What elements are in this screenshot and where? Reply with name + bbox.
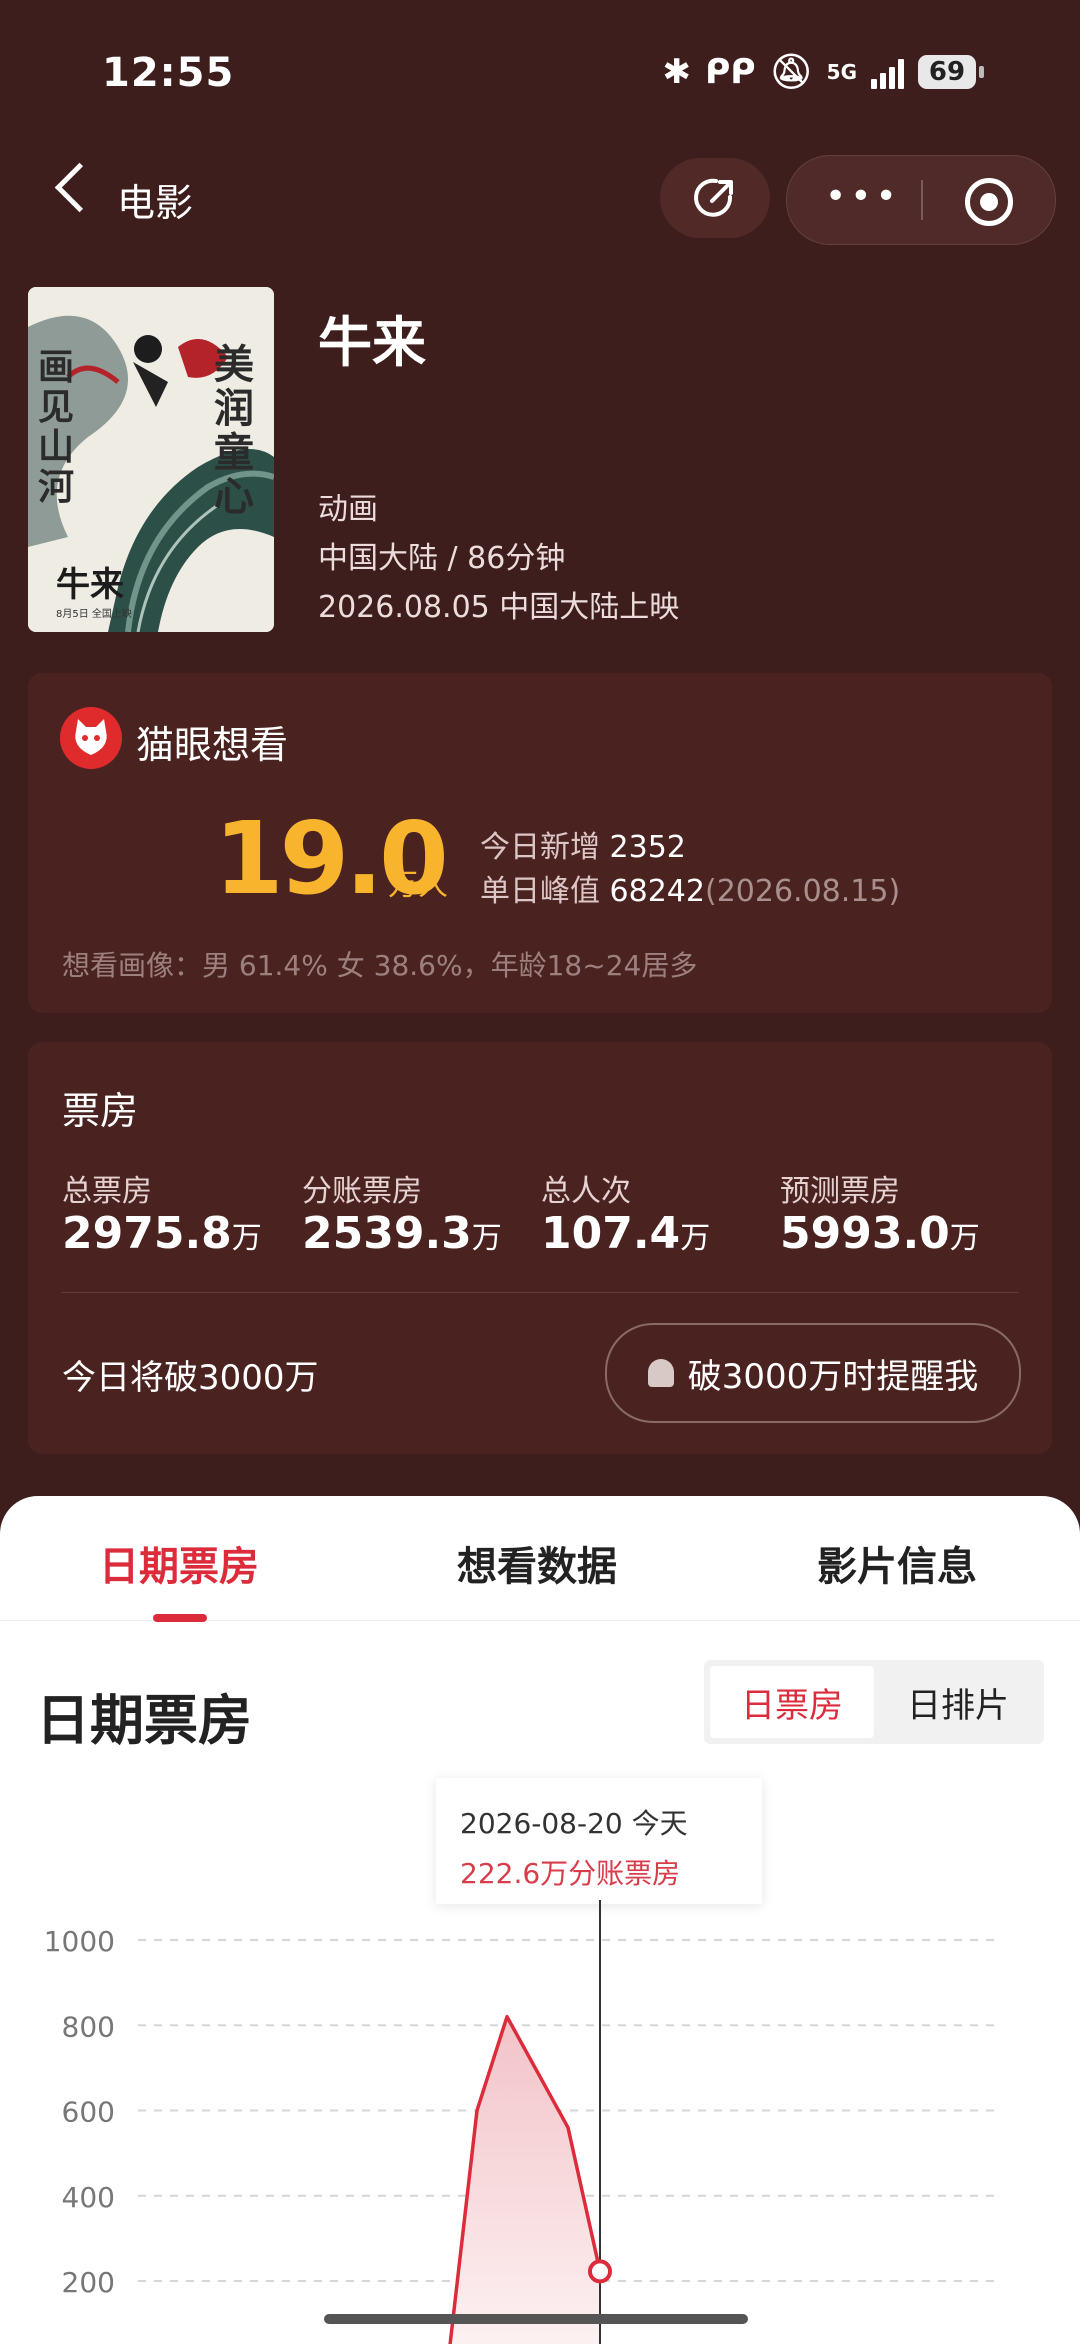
boxoffice-chart: 1000 800 600 400 200 xyxy=(44,1900,1000,2344)
boxoffice-title: 票房 xyxy=(62,1089,139,1133)
movie-region-duration: 中国大陆 / 86分钟 xyxy=(318,541,566,576)
tooltip-date: 2026-08-20 今天 xyxy=(460,1807,688,1840)
status-time: 12:55 xyxy=(102,50,235,96)
stat-admissions-unit: 万 xyxy=(680,1221,711,1256)
share-icon xyxy=(694,178,733,217)
nav-title[interactable]: 电影 xyxy=(117,172,193,227)
want-today-label: 今日新增 xyxy=(480,830,600,865)
y-tick-label: 400 xyxy=(62,2181,115,2214)
tab-want-data[interactable]: 想看数据 xyxy=(457,1534,617,1592)
y-tick-label: 600 xyxy=(62,2096,115,2129)
signal-icon xyxy=(871,55,904,89)
chart-tooltip: 2026-08-20 今天 222.6万分账票房 xyxy=(436,1778,762,1904)
stat-admissions-value: 107.4万 xyxy=(541,1208,710,1259)
more-icon[interactable]: ••• xyxy=(825,179,901,215)
stat-total-unit: 万 xyxy=(231,1221,262,1256)
remind-me-button[interactable]: 破3000万时提醒我 xyxy=(605,1323,1021,1423)
close-target-icon[interactable] xyxy=(965,178,1013,226)
want-title: 猫眼想看 xyxy=(136,723,289,767)
highlight-point[interactable] xyxy=(588,2259,612,2284)
poster-text-left: 画见山河 xyxy=(38,346,75,508)
miniprogram-capsule: ••• xyxy=(786,155,1056,245)
stat-total-label: 总票房 xyxy=(62,1174,152,1209)
tab-movie-info[interactable]: 影片信息 xyxy=(817,1534,977,1592)
share-button[interactable] xyxy=(660,158,770,238)
want-unit: 万人 xyxy=(388,868,448,903)
stat-total-value: 2975.8万 xyxy=(62,1208,262,1259)
movie-release-date: 2026.08.05 中国大陆上映 xyxy=(318,590,680,625)
stat-admissions-number: 107.4 xyxy=(541,1208,681,1259)
want-today: 今日新增 2352 xyxy=(480,822,686,866)
tooltip-value: 222.6万分账票房 xyxy=(460,1857,681,1890)
boxoffice-divider xyxy=(62,1292,1018,1293)
mute-bell-icon: 🔕︎ xyxy=(769,52,813,92)
active-tab-indicator xyxy=(153,1614,207,1622)
want-peak-date: (2026.08.15) xyxy=(704,874,901,909)
bell-icon xyxy=(647,1359,674,1387)
y-tick-label: 200 xyxy=(62,2266,115,2299)
want-peak-value: 68242 xyxy=(609,874,705,909)
stat-forecast-value: 5993.0万 xyxy=(780,1208,980,1259)
maoyan-cat-icon xyxy=(60,707,122,769)
want-peak-label: 单日峰值 xyxy=(480,874,600,909)
back-icon[interactable] xyxy=(54,162,105,213)
stat-split-number: 2539.3 xyxy=(302,1208,472,1259)
stat-forecast-number: 5993.0 xyxy=(780,1208,950,1259)
y-tick-label: 800 xyxy=(62,2010,115,2043)
stat-total-number: 2975.8 xyxy=(62,1208,232,1259)
movie-genre: 动画 xyxy=(318,492,378,527)
movie-poster[interactable]: 美润童心 画见山河 牛来 8月5日 全国上映 xyxy=(28,287,274,632)
bluetooth-icon: ✱ xyxy=(662,52,691,92)
want-today-value: 2352 xyxy=(609,830,686,865)
network-label: 5G xyxy=(826,60,857,84)
toggle-daily-boxoffice[interactable]: 日票房 xyxy=(710,1666,874,1738)
battery-icon: 69 xyxy=(918,55,984,89)
capsule-divider xyxy=(921,180,923,220)
movie-title: 牛来 xyxy=(318,311,426,374)
poster-text-right: 美润童心 xyxy=(214,341,254,520)
section-title: 日期票房 xyxy=(36,1689,252,1752)
stat-split-value: 2539.3万 xyxy=(302,1208,502,1259)
y-tick-label: 1000 xyxy=(44,1925,115,1958)
tab-date-boxoffice[interactable]: 日期票房 xyxy=(99,1534,259,1592)
area-fill xyxy=(450,2016,600,2344)
poster-title: 牛来 xyxy=(56,565,124,605)
stat-forecast-unit: 万 xyxy=(949,1221,980,1256)
status-icons: ✱ ᑭᑭ 🔕︎ 5G 69 xyxy=(662,52,984,92)
home-indicator[interactable] xyxy=(324,2314,748,2324)
stat-admissions-label: 总人次 xyxy=(541,1174,631,1209)
earbuds-icon: ᑭᑭ xyxy=(704,52,756,92)
stat-forecast-label: 预测票房 xyxy=(780,1174,900,1209)
remind-me-label: 破3000万时提醒我 xyxy=(687,1356,979,1397)
stat-split-label: 分账票房 xyxy=(302,1174,422,1209)
toggle-daily-schedule[interactable]: 日排片 xyxy=(878,1666,1038,1738)
poster-date: 8月5日 全国上映 xyxy=(56,609,132,620)
daily-toggle: 日票房 日排片 xyxy=(704,1660,1044,1744)
want-portrait: 想看画像：男 61.4% 女 38.6%，年龄18~24居多 xyxy=(62,949,698,982)
break-forecast-text: 今日将破3000万 xyxy=(62,1358,319,1398)
want-peak: 单日峰值 68242(2026.08.15) xyxy=(480,866,900,910)
stat-split-unit: 万 xyxy=(471,1221,502,1256)
